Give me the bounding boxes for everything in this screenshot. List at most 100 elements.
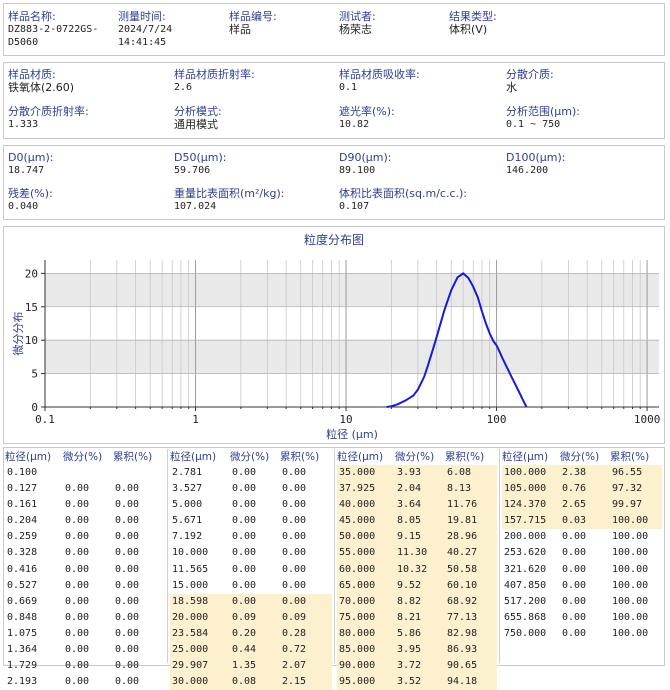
d0-label: D0(μm):	[8, 151, 53, 164]
medium-ri-label: 分散介质折射率:	[8, 105, 89, 118]
obscuration-field: 遮光率(%): 10.82	[339, 105, 395, 131]
table-cell: 0.00	[560, 562, 610, 578]
d50-field: D50(μm): 59.706	[174, 151, 226, 177]
table-row: 105.0000.7697.32	[502, 481, 662, 497]
chart-title: 粒度分布图	[304, 232, 364, 247]
x-tick-label: 1000	[634, 413, 661, 426]
params-panel: 样品材质: 铁氧体(2.60) 样品材质折射率: 2.6 样品材质吸收率: 0.…	[3, 62, 665, 139]
table-row: 35.0003.936.08	[337, 465, 497, 481]
table-cell: 0.00	[560, 578, 610, 594]
table-cell: 86.93	[445, 642, 497, 658]
table-cell: 0.00	[63, 626, 113, 642]
table-cell: 3.527	[170, 481, 230, 497]
table-cell: 100.00	[610, 594, 662, 610]
table-cell: 0.00	[113, 497, 165, 513]
table-cell: 0.00	[113, 513, 165, 529]
table-header-cell: 粒径(μm)	[502, 449, 560, 465]
table-row: 10.0000.000.00	[170, 545, 332, 561]
table-cell: 7.192	[170, 529, 230, 545]
sample-name-label: 样品名称:	[8, 10, 98, 23]
obscuration-label: 遮光率(%):	[339, 105, 395, 118]
ssa-weight-field: 重量比表面积(m²/kg): 107.024	[174, 187, 284, 213]
table-cell: 105.000	[502, 481, 560, 497]
table-cell: 50.58	[445, 562, 497, 578]
table-cell: 70.000	[337, 594, 395, 610]
result-type-value: 体积(V)	[449, 23, 497, 36]
table-cell: 37.925	[337, 481, 395, 497]
table-cell: 0.00	[113, 545, 165, 561]
table-cell: 82.98	[445, 626, 497, 642]
table-row: 0.100	[5, 465, 165, 481]
table-cell: 0.00	[280, 545, 332, 561]
table-header: 粒径(μm)微分(%)累积(%)	[337, 449, 497, 465]
column-divider	[499, 449, 500, 663]
table-cell: 0.00	[560, 610, 610, 626]
table-row: 5.6710.000.00	[170, 513, 332, 529]
table-cell: 5.86	[395, 626, 445, 642]
table-cell: 3.64	[395, 497, 445, 513]
medium-ri-value: 1.333	[8, 118, 89, 131]
tester-value: 杨荣志	[339, 23, 376, 36]
table-cell: 100.00	[610, 578, 662, 594]
table-cell: 0.00	[280, 497, 332, 513]
table-cell: 1.729	[5, 658, 63, 674]
analysis-mode-field: 分析模式: 通用模式	[174, 105, 222, 131]
table-cell: 97.32	[610, 481, 662, 497]
table-row: 50.0009.1528.96	[337, 529, 497, 545]
table-column-group: 粒径(μm)微分(%)累积(%)100.0002.3896.55105.0000…	[502, 449, 662, 642]
table-header-cell: 微分(%)	[63, 449, 113, 465]
table-cell: 0.00	[230, 545, 280, 561]
table-header-cell: 粒径(μm)	[170, 449, 230, 465]
d90-label: D90(μm):	[339, 151, 391, 164]
measure-time-field: 测量时间: 2024/7/24 14:41:45	[118, 10, 172, 49]
table-row: 45.0008.0519.81	[337, 513, 497, 529]
table-header-cell: 累积(%)	[445, 449, 497, 465]
table-cell: 0.00	[230, 497, 280, 513]
d90-value: 89.100	[339, 164, 391, 177]
table-row: 517.2000.00100.00	[502, 594, 662, 610]
medium-value: 水	[506, 81, 554, 94]
table-cell: 77.13	[445, 610, 497, 626]
d90-field: D90(μm): 89.100	[339, 151, 391, 177]
table-cell: 0.00	[63, 562, 113, 578]
table-cell: 0.03	[560, 513, 610, 529]
table-cell: 0.00	[560, 545, 610, 561]
table-header: 粒径(μm)微分(%)累积(%)	[502, 449, 662, 465]
table-cell: 0.00	[63, 642, 113, 658]
results-panel: D0(μm): 18.747 D50(μm): 59.706 D90(μm): …	[3, 145, 665, 220]
table-cell	[113, 465, 165, 481]
table-cell: 0.09	[230, 610, 280, 626]
table-cell: 0.527	[5, 578, 63, 594]
table-cell: 0.00	[230, 529, 280, 545]
residual-value: 0.040	[8, 200, 53, 213]
table-cell: 0.328	[5, 545, 63, 561]
table-row: 750.0000.00100.00	[502, 626, 662, 642]
table-cell: 0.76	[560, 481, 610, 497]
table-cell: 96.55	[610, 465, 662, 481]
table-header-cell: 微分(%)	[395, 449, 445, 465]
table-header-cell: 微分(%)	[560, 449, 610, 465]
table-row: 1.0750.000.00	[5, 626, 165, 642]
table-cell: 2.65	[560, 497, 610, 513]
medium-label: 分散介质:	[506, 68, 554, 81]
table-cell: 25.000	[170, 642, 230, 658]
table-cell: 200.000	[502, 529, 560, 545]
table-cell: 0.127	[5, 481, 63, 497]
d50-label: D50(μm):	[174, 151, 226, 164]
table-row: 0.5270.000.00	[5, 578, 165, 594]
table-cell: 6.08	[445, 465, 497, 481]
table-cell: 68.92	[445, 594, 497, 610]
table-cell: 100.00	[610, 513, 662, 529]
table-cell: 1.35	[230, 658, 280, 674]
table-row: 2.1930.000.00	[5, 674, 165, 690]
table-cell: 15.000	[170, 578, 230, 594]
table-row: 90.0003.7290.65	[337, 658, 497, 674]
table-cell: 1.075	[5, 626, 63, 642]
obscuration-value: 10.82	[339, 118, 395, 131]
table-cell: 0.44	[230, 642, 280, 658]
table-cell: 28.96	[445, 529, 497, 545]
grid-band	[45, 273, 659, 306]
ssa-volume-value: 0.107	[339, 200, 467, 213]
table-cell: 0.00	[113, 481, 165, 497]
table-cell: 0.00	[113, 529, 165, 545]
